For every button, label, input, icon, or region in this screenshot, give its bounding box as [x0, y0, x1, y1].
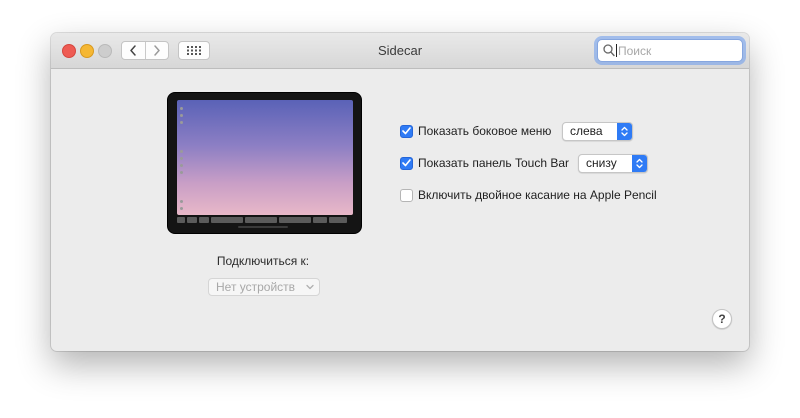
popup-arrows [617, 123, 632, 140]
home-indicator [238, 226, 288, 228]
sidebar-position-value: слева [570, 124, 603, 138]
touch-bar-position-value: снизу [586, 156, 617, 170]
preferences-window: Sidecar Поиск Подключиться к: Нет устрой… [51, 33, 749, 351]
show-sidebar-label: Показать боковое меню [418, 124, 552, 138]
sidebar-dot [180, 200, 183, 203]
help-button[interactable]: ? [712, 309, 732, 329]
touch-bar-key [329, 217, 347, 223]
touch-bar-key [211, 217, 243, 223]
sidebar-position-popup[interactable]: слева [562, 122, 633, 141]
option-show-sidebar[interactable]: Показать боковое меню [400, 122, 551, 140]
connect-to-label: Подключиться к: [216, 254, 310, 268]
sidebar-dot [180, 171, 183, 174]
show-sidebar-checkbox[interactable] [400, 124, 413, 138]
device-select: Нет устройств [208, 278, 320, 296]
chevron-down-icon [306, 284, 314, 290]
popup-arrows [632, 155, 647, 172]
touch-bar [177, 217, 353, 223]
text-caret [616, 44, 617, 57]
sidebar-dot [180, 157, 183, 160]
search-icon [603, 44, 615, 57]
device-select-value: Нет устройств [216, 280, 296, 294]
sidebar-dot [180, 207, 183, 210]
sidebar-dot [180, 114, 183, 117]
ipad-screen [177, 100, 353, 215]
touch-bar-key [187, 217, 197, 223]
touch-bar-position-popup[interactable]: снизу [578, 154, 648, 173]
up-down-chevron-icon [636, 158, 643, 169]
touch-bar-key [245, 217, 277, 223]
sidebar-dot [180, 121, 183, 124]
checkmark-icon [402, 159, 411, 167]
ipad-illustration [167, 92, 362, 234]
option-show-touch-bar[interactable]: Показать панель Touch Bar [400, 154, 569, 172]
apple-pencil-double-tap-label: Включить двойное касание на Apple Pencil [418, 188, 657, 202]
sidebar-dot [180, 150, 183, 153]
option-apple-pencil-double-tap[interactable]: Включить двойное касание на Apple Pencil [400, 186, 657, 204]
up-down-chevron-icon [621, 126, 628, 137]
sidebar-dot [180, 164, 183, 167]
title-bar: Sidecar [51, 33, 749, 69]
touch-bar-key [177, 217, 185, 223]
checkmark-icon [402, 127, 411, 135]
show-touch-bar-label: Показать панель Touch Bar [418, 156, 570, 170]
touch-bar-key [313, 217, 327, 223]
touch-bar-key [199, 217, 209, 223]
touch-bar-key [279, 217, 311, 223]
sidebar-dot [180, 107, 183, 110]
search-input[interactable] [618, 42, 736, 59]
show-touch-bar-checkbox[interactable] [400, 156, 413, 170]
search-field[interactable] [597, 39, 743, 62]
apple-pencil-double-tap-checkbox[interactable] [400, 188, 413, 202]
